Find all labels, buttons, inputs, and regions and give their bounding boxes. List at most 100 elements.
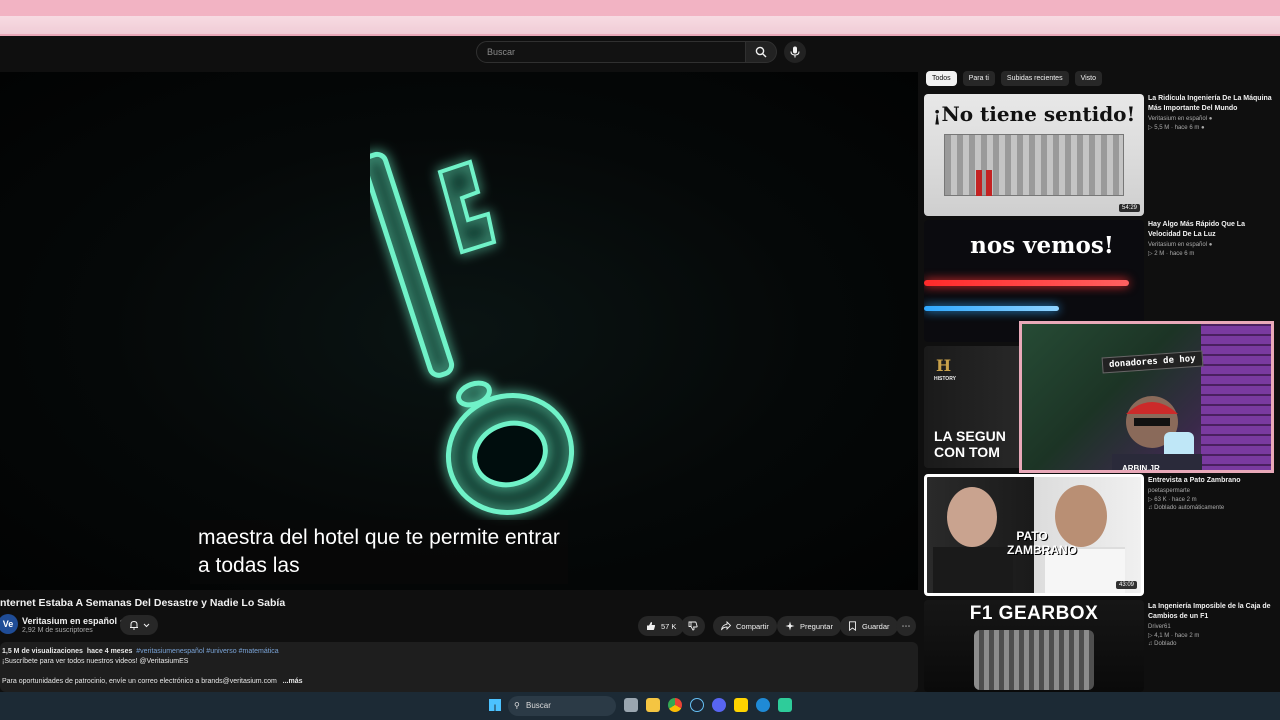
chevron-down-icon <box>143 623 149 627</box>
save-label: Guardar <box>862 621 890 631</box>
thumbnail-text: ¡No tiene sentido! <box>932 102 1136 126</box>
chip-para-ti[interactable]: Para ti <box>962 71 995 86</box>
recommendation-title[interactable]: La Ridícula Ingeniería De La Máquina Más… <box>1148 94 1276 114</box>
recommendation-stats-text: 4,1 M · hace 2 m <box>1154 633 1200 639</box>
edge-icon[interactable] <box>756 698 770 712</box>
task-view-icon[interactable] <box>624 698 638 712</box>
chip-visto[interactable]: Visto <box>1074 71 1103 86</box>
video-player[interactable]: maestra del hotel que te permite entrar … <box>0 72 918 590</box>
thumbnail-text: F1 GEARBOX <box>969 603 1099 624</box>
audio-track-icon: ♫ <box>1148 505 1153 511</box>
chip-subidas-recientes[interactable]: Subidas recientes <box>1000 71 1069 86</box>
show-more-link[interactable]: ...más <box>283 678 303 685</box>
voice-search-button[interactable] <box>784 41 806 63</box>
neon-wall <box>1201 324 1271 470</box>
bookmark-icon <box>849 621 856 631</box>
person-left-body <box>933 547 1013 593</box>
view-count: 1,5 M de visualizaciones <box>2 648 83 655</box>
start-icon[interactable] <box>489 699 501 711</box>
duration-badge: 54:29 <box>1118 204 1140 212</box>
recommendation-channel-text: Veritasium en español <box>1148 116 1208 122</box>
caption-line-2: a todas las <box>198 554 300 577</box>
channel-name[interactable]: Veritasium en español ● <box>22 616 125 626</box>
play-icon: ▷ <box>1148 251 1153 257</box>
glowing-key-image <box>370 151 575 515</box>
person-right <box>1055 485 1107 547</box>
recommendation-channel: poetaspermarte <box>1148 488 1191 494</box>
chip-todos[interactable]: Todos <box>926 71 957 86</box>
description-line-2: ¡Suscríbete para ver todos nuestros vide… <box>2 658 189 665</box>
steam-icon[interactable] <box>690 698 704 712</box>
streamer-figure <box>1112 396 1202 470</box>
save-button[interactable]: Guardar <box>840 616 898 636</box>
masthead: Buscar <box>0 36 1280 70</box>
share-button[interactable]: Compartir <box>713 616 777 636</box>
verified-icon: ● <box>1208 116 1213 122</box>
recommendation-meta: La Ingeniería Imposible de la Caja de Ca… <box>1148 602 1276 647</box>
recommendation-meta: Entrevista a Pato Zambrano poetaspermart… <box>1148 476 1276 511</box>
sparkle-icon <box>785 621 795 631</box>
dubbed-badge-text: Doblado automáticamente <box>1154 505 1225 511</box>
recommendation-thumbnail[interactable]: F1 GEARBOX <box>924 600 1144 692</box>
history-logo: H <box>936 356 952 375</box>
channel-avatar[interactable]: Ve <box>0 614 18 634</box>
microphone-icon <box>790 46 800 58</box>
play-icon: ▷ <box>1148 497 1153 503</box>
channel-row: Ve Veritasium en español ● 2,92 M de sus… <box>0 612 918 638</box>
description-line-3-text: Para oportunidades de patrocinio, envíe … <box>2 678 277 685</box>
thumbs-down-icon <box>688 621 698 631</box>
hashtags[interactable]: #veritasiumenespañol #universo #matemáti… <box>136 648 278 655</box>
screen: Buscar maestra del hotel que te permite … <box>0 0 1280 720</box>
thumbs-up-icon <box>647 622 656 630</box>
more-actions-button[interactable]: ⋯ <box>896 616 916 636</box>
verified-icon: ● <box>1201 125 1205 131</box>
thumbnail-text: nos vemos! <box>970 232 1114 259</box>
recommendation-thumbnail[interactable]: ¡No tiene sentido! 54:29 <box>924 94 1144 216</box>
channel-name-text: Veritasium en español <box>22 616 118 626</box>
description-box[interactable]: 1,5 M de visualizaciones hace 4 meses #v… <box>0 642 918 692</box>
video-caption: maestra del hotel que te permite entrar … <box>190 520 568 584</box>
app-icon[interactable] <box>778 698 792 712</box>
recommendation-channel: Veritasium en español ● <box>1148 242 1276 248</box>
description-meta: 1,5 M de visualizaciones hace 4 meses #v… <box>2 647 916 657</box>
dubbed-badge-text: Doblado <box>1154 641 1177 647</box>
search-input[interactable]: Buscar <box>476 41 746 63</box>
caption-line-1: maestra del hotel que te permite entrar <box>198 526 560 549</box>
recommendation-channel: Veritasium en español ● <box>1148 116 1276 122</box>
notifications-button[interactable] <box>120 615 158 635</box>
recommendation-title[interactable]: La Ingeniería Imposible de la Caja de Ca… <box>1148 602 1276 622</box>
taskbar-search[interactable]: ⚲ Buscar <box>508 696 616 716</box>
chrome-icon[interactable] <box>668 698 682 712</box>
taskbar-search-label: Buscar <box>526 701 551 710</box>
description-line-3: Para oportunidades de patrocinio, envíe … <box>2 677 916 687</box>
history-logo-caption: HISTORY <box>934 376 956 382</box>
recommendation-title[interactable]: Entrevista a Pato Zambrano <box>1148 476 1276 486</box>
search-icon: ⚲ <box>514 701 520 710</box>
machine-image <box>944 134 1124 196</box>
discord-icon[interactable] <box>712 698 726 712</box>
notes-icon[interactable] <box>734 698 748 712</box>
ask-button[interactable]: Preguntar <box>777 616 841 636</box>
recommendation-stats: ▷ 5,5 M · hace 6 m ● <box>1148 124 1276 131</box>
recommendation-title[interactable]: Hay Algo Más Rápido Que La Velocidad De … <box>1148 220 1276 240</box>
recommendation-meta: Hay Algo Más Rápido Que La Velocidad De … <box>1148 220 1276 257</box>
subscriber-count: 2,92 M de suscriptores <box>22 627 93 634</box>
recommendation-stats: ▷ 2 M · hace 6 m <box>1148 250 1276 257</box>
file-explorer-icon[interactable] <box>646 698 660 712</box>
like-button[interactable]: 57 K <box>638 616 685 636</box>
duration-badge: 43:09 <box>1115 581 1137 589</box>
ask-label: Preguntar <box>800 621 833 631</box>
recommendation-channel-text: Veritasium en español <box>1148 242 1208 248</box>
webcam-banner: donadores de hoy <box>1101 350 1204 374</box>
browser-toolbar-strip <box>0 16 1280 36</box>
person-left <box>947 487 997 547</box>
bell-icon <box>129 620 138 630</box>
dislike-button[interactable] <box>681 616 705 636</box>
webcam-bottom-text: ARBIN.JR <box>1122 464 1160 473</box>
search-button[interactable] <box>745 41 777 63</box>
webcam-overlay: donadores de hoy ARBIN.JR <box>1019 321 1274 473</box>
recommendation-stats-text: 5,5 M · hace 6 m <box>1154 125 1200 131</box>
recommendation-thumbnail[interactable]: PATO ZAMBRANO 43:09 <box>924 474 1144 596</box>
recommendation-channel: Driver61 <box>1148 624 1171 630</box>
